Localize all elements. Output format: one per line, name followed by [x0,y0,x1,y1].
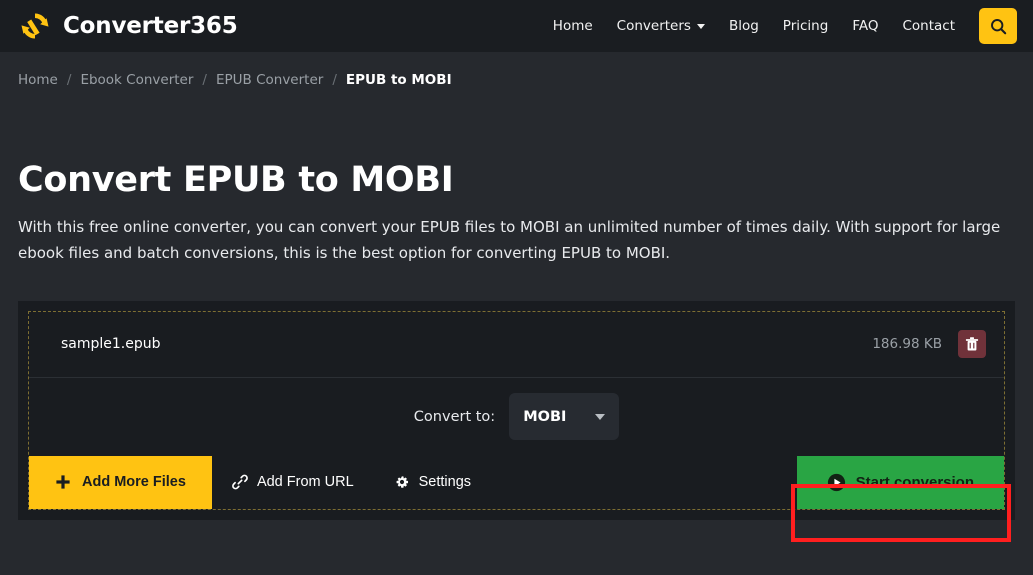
start-conversion-label: Start conversion [855,473,974,491]
delete-file-button[interactable] [958,330,986,358]
breadcrumb-item-epub-converter[interactable]: EPUB Converter [216,72,323,88]
convert-to-row: Convert to: MOBI [29,378,1004,456]
nav-label: Home [552,18,593,34]
chevron-down-icon [696,23,705,29]
target-format-value: MOBI [523,408,567,425]
nav-label: Contact [902,18,955,34]
nav-label: Converters [616,18,691,34]
convert-to-label: Convert to: [413,408,496,425]
main-content: Convert EPUB to MOBI With this free onli… [0,160,1033,520]
nav-label: Blog [728,18,759,34]
chevron-down-icon [595,413,606,420]
gear-icon [394,474,410,490]
page-description: With this free online converter, you can… [18,218,1001,263]
add-more-files-label: Add More Files [82,474,186,490]
play-circle-icon [827,473,846,492]
file-row: sample1.epub 186.98 KB [29,312,1004,378]
nav-label: Pricing [782,18,829,34]
breadcrumb-item-home[interactable]: Home [18,72,58,88]
breadcrumb: Home / Ebook Converter / EPUB Converter … [0,52,1033,88]
plus-icon [55,474,71,490]
action-row: Add More Files Add From URL Settings Sta… [29,455,1004,509]
breadcrumb-separator: / [332,72,337,88]
search-icon [990,18,1007,35]
nav-item-blog[interactable]: Blog [717,12,771,40]
file-meta: 186.98 KB [872,330,986,358]
nav-item-converters[interactable]: Converters [605,12,717,40]
page-title: Convert EPUB to MOBI [18,160,454,200]
site-header: Converter365 Home Converters Blog Pricin… [0,0,1033,52]
start-conversion-button[interactable]: Start conversion [796,455,1004,509]
nav-item-pricing[interactable]: Pricing [771,12,841,40]
trash-icon [965,336,979,352]
nav-item-contact[interactable]: Contact [890,12,967,40]
add-more-files-button[interactable]: Add More Files [29,455,212,509]
breadcrumb-item-ebook-converter[interactable]: Ebook Converter [80,72,193,88]
brand-name: Converter365 [63,13,238,39]
settings-label: Settings [418,474,472,490]
nav-item-faq[interactable]: FAQ [840,12,890,40]
settings-button[interactable]: Settings [374,456,491,509]
link-icon [232,474,248,490]
main-navigation: Home Converters Blog Pricing FAQ Contact [541,8,1017,44]
breadcrumb-separator: / [66,72,72,88]
converter-card: sample1.epub 186.98 KB Convert to: MOBI … [18,300,1015,520]
nav-item-home[interactable]: Home [541,12,605,40]
breadcrumb-separator: / [202,72,207,88]
add-from-url-button[interactable]: Add From URL [212,456,374,509]
brand-logo-link[interactable]: Converter365 [18,9,238,43]
file-dropzone[interactable]: sample1.epub 186.98 KB Convert to: MOBI … [28,310,1005,510]
file-name: sample1.epub [61,336,161,352]
refresh-arrows-icon [18,9,52,43]
file-size: 186.98 KB [872,336,942,352]
start-conversion-wrap: Start conversion [796,455,1004,509]
search-button[interactable] [979,8,1017,44]
nav-label: FAQ [852,18,879,34]
target-format-select[interactable]: MOBI [509,393,620,440]
add-from-url-label: Add From URL [256,474,354,490]
breadcrumb-item-current: EPUB to MOBI [345,72,452,88]
